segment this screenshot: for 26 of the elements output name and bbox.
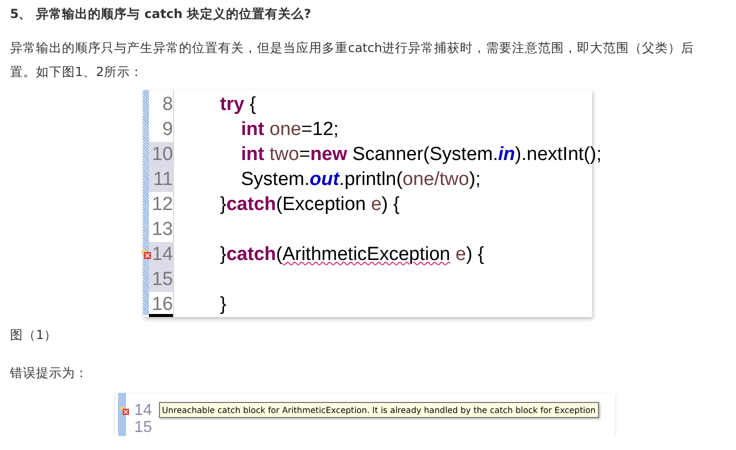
error-label: 错误提示为： <box>10 364 89 382</box>
line-number: 14 <box>152 243 173 267</box>
error-tooltip: Unreachable catch block for ArithmeticException. It is already handled by the catch block for Exception <box>159 402 599 418</box>
line-number: 12 <box>152 193 173 217</box>
line-number: 13 <box>152 218 173 242</box>
line-number: 9 <box>162 118 173 142</box>
line-number: 16 <box>152 293 173 314</box>
figure-caption: 图（1） <box>10 326 58 344</box>
line-number: 10 <box>152 143 173 167</box>
code-line: int one=12; <box>241 119 339 140</box>
paragraph: 异常输出的顺序只与产生异常的位置有关，但是当应用多重catch进行异常捕获时，需要注意范围，即大范围（父类）后置。如下图1、2所示： <box>10 39 696 81</box>
line-number: 11 <box>153 168 173 192</box>
line-number: 15 <box>152 268 173 292</box>
error-marker-icon <box>120 406 129 415</box>
code-line: System.out.println(one/two); <box>241 169 481 190</box>
line-number: 14 <box>134 402 152 419</box>
code-line: }catch(Exception e) { <box>220 194 400 215</box>
code-line: try { <box>220 94 256 115</box>
line-number: 15 <box>134 419 152 436</box>
section-heading: 5、 异常输出的顺序与 catch 块定义的位置有关么? <box>10 5 312 23</box>
error-marker-icon <box>141 249 151 259</box>
line-number: 8 <box>162 93 173 117</box>
code-line: int two=new Scanner(System.in).nextInt(); <box>241 144 602 165</box>
code-line: } <box>220 294 226 315</box>
ruler-bar <box>118 393 126 436</box>
code-line: }catch(ArithmeticException e) { <box>220 244 484 265</box>
